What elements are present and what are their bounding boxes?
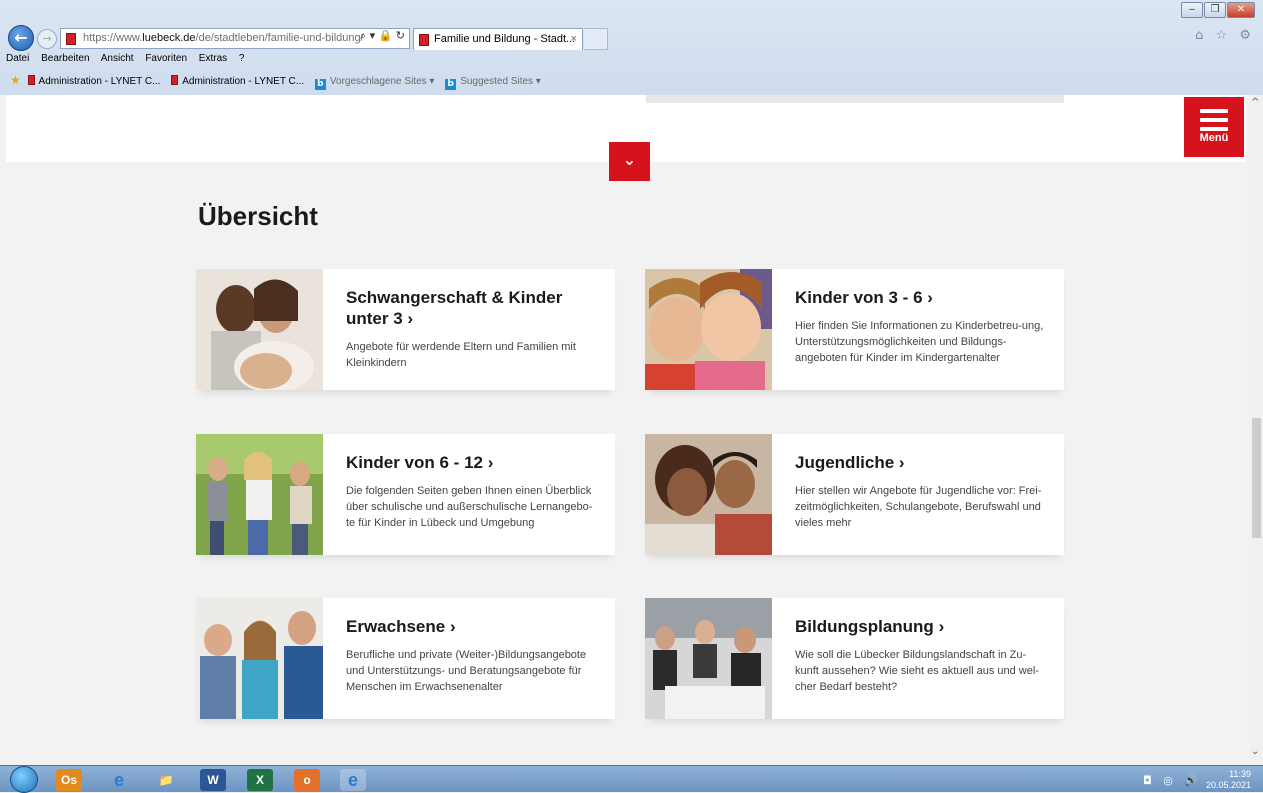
favorites-bar: ★ Administration - LYNET C... Administra… <box>0 69 1263 91</box>
url-domain: luebeck.de <box>142 32 196 44</box>
chevron-right-icon: › <box>938 617 945 636</box>
web-page: ⌄ Menü Übersicht Schwangerschaft & Kinde… <box>6 95 1246 765</box>
school-children-image <box>196 434 323 555</box>
internet-explorer-active-icon[interactable]: e <box>340 769 366 791</box>
back-button[interactable]: ← <box>8 25 34 51</box>
card-text: Bildungsplanung › Wie soll die Lübecker … <box>795 616 1045 695</box>
navigation-row: ← → https://www.luebeck.de/de/stadtleben… <box>0 25 1263 51</box>
header-divider <box>646 95 1064 103</box>
menu-favoriten[interactable]: Favoriten <box>145 53 187 64</box>
card-text: Erwachsene › Berufliche und private (Wei… <box>346 616 596 695</box>
card-description: Die folgenden Seiten geben Ihnen einen Ü… <box>346 485 593 529</box>
card-jugendliche[interactable]: Jugendliche › Hier stellen wir Angebote … <box>645 434 1064 555</box>
card-description: Berufliche und private (Weiter-)Bildungs… <box>346 649 587 693</box>
scroll-down-icon[interactable]: ⌄ <box>1251 746 1259 757</box>
favorite-item[interactable]: b Vorgeschlagene Sites ▾ <box>314 71 434 93</box>
url-path: /de/stadtleben/familie-und-bildung/ <box>195 32 364 44</box>
address-tools[interactable]: ⌕ ▾ 🔒 ↻ <box>360 29 405 43</box>
bing-icon: b <box>445 79 457 90</box>
minimize-button[interactable]: ‒ <box>1181 2 1203 18</box>
chevron-right-icon: › <box>449 617 456 636</box>
address-bar[interactable]: https://www.luebeck.de/de/stadtleben/fam… <box>60 28 410 49</box>
red-page-icon <box>27 75 35 85</box>
menu-datei[interactable]: Datei <box>6 53 29 64</box>
internet-explorer-icon[interactable]: e <box>106 769 132 791</box>
forward-button[interactable]: → <box>37 29 57 49</box>
window-controls: ‒ ❐ ✕ <box>1181 2 1255 18</box>
favorite-item[interactable]: Administration - LYNET C... <box>171 71 304 93</box>
favorite-item[interactable]: Administration - LYNET C... <box>27 71 160 93</box>
adults-group-image <box>196 598 323 719</box>
scrollbar-thumb[interactable] <box>1252 418 1261 538</box>
browser-toolbar-icons[interactable]: ⌂ ☆ ⚙ <box>1195 28 1255 43</box>
card-text: Jugendliche › Hier stellen wir Angebote … <box>795 452 1045 531</box>
file-explorer-icon[interactable]: 📁 <box>153 769 179 791</box>
windows-taskbar: Os e 📁 W X o e ◘ ◎ 🔊 11:39 20.05.2021 <box>0 765 1263 793</box>
url-prefix: https://www. <box>83 32 143 44</box>
teenagers-image <box>645 434 772 555</box>
outlook-icon[interactable]: Os <box>56 769 82 791</box>
title-bar: ‒ ❐ ✕ <box>0 0 1263 26</box>
card-schwangerschaft[interactable]: Schwangerschaft & Kinder unter 3 › Angeb… <box>196 269 615 390</box>
site-favicon-icon <box>66 33 76 45</box>
card-bildungsplanung[interactable]: Bildungsplanung › Wie soll die Lübecker … <box>645 598 1064 719</box>
card-title[interactable]: Kinder von 6 - 12 › <box>346 452 596 473</box>
tab-title: Familie und Bildung - Stadt... <box>434 33 576 45</box>
card-title[interactable]: Kinder von 3 - 6 › <box>795 287 1045 308</box>
card-description: Angebote für werdende Eltern und Familie… <box>346 341 576 369</box>
menu-bar: Datei Bearbeiten Ansicht Favoriten Extra… <box>0 51 1263 67</box>
card-kinder-3-6[interactable]: Kinder von 3 - 6 › Hier finden Sie Infor… <box>645 269 1064 390</box>
word-icon[interactable]: W <box>200 769 226 791</box>
menu-label: Menü <box>1199 132 1229 144</box>
menu-bearbeiten[interactable]: Bearbeiten <box>41 53 89 64</box>
clock-time[interactable]: 11:39 <box>1229 769 1251 780</box>
system-tray: ◘ ◎ 🔊 11:39 20.05.2021 <box>1135 768 1255 792</box>
close-window-button[interactable]: ✕ <box>1227 2 1255 18</box>
card-text: Kinder von 3 - 6 › Hier finden Sie Infor… <box>795 287 1045 366</box>
pregnant-couple-image <box>196 269 323 390</box>
tab-familie-und-bildung[interactable]: Familie und Bildung - Stadt... × <box>413 28 583 50</box>
tab-close-icon[interactable]: × <box>571 29 577 50</box>
tab-favicon-icon <box>419 34 429 46</box>
clock-date[interactable]: 20.05.2021 <box>1206 780 1251 791</box>
card-title[interactable]: Jugendliche › <box>795 452 1045 473</box>
outlook-mail-icon[interactable]: o <box>294 769 320 791</box>
young-children-image <box>645 269 772 390</box>
excel-icon[interactable]: X <box>247 769 273 791</box>
chevron-right-icon: › <box>898 453 905 472</box>
maximize-button[interactable]: ❐ <box>1204 2 1226 18</box>
page-title: Übersicht <box>198 201 318 231</box>
card-title[interactable]: Bildungsplanung › <box>795 616 1045 637</box>
red-page-icon <box>171 75 179 85</box>
tray-icons[interactable]: ◘ ◎ 🔊 <box>1143 774 1202 787</box>
card-text: Kinder von 6 - 12 › Die folgenden Seiten… <box>346 452 596 531</box>
new-tab-button[interactable] <box>584 28 608 50</box>
card-title[interactable]: Erwachsene › <box>346 616 596 637</box>
start-button[interactable] <box>10 766 38 793</box>
card-title[interactable]: Schwangerschaft & Kinder unter 3 › <box>346 287 596 329</box>
favorite-item[interactable]: b Suggested Sites ▾ <box>445 71 541 93</box>
scroll-up-icon[interactable]: ^ <box>1251 97 1259 108</box>
card-description: Hier finden Sie Informationen zu Kinderb… <box>795 320 1044 364</box>
favorites-star-icon[interactable]: ★ <box>10 73 21 87</box>
vertical-scrollbar[interactable]: ^ ⌄ <box>1249 95 1263 765</box>
menu-extras[interactable]: Extras <box>199 53 227 64</box>
expand-chevron-button[interactable]: ⌄ <box>609 142 650 181</box>
menu-ansicht[interactable]: Ansicht <box>101 53 134 64</box>
menu-help[interactable]: ? <box>239 53 245 64</box>
card-text: Schwangerschaft & Kinder unter 3 › Angeb… <box>346 287 596 371</box>
chevron-right-icon: › <box>487 453 494 472</box>
browser-chrome: ‒ ❐ ✕ ← → https://www.luebeck.de/de/stad… <box>0 0 1263 95</box>
bing-icon: b <box>314 79 326 90</box>
menu-button[interactable]: Menü <box>1184 97 1244 157</box>
card-kinder-6-12[interactable]: Kinder von 6 - 12 › Die folgenden Seiten… <box>196 434 615 555</box>
card-erwachsene[interactable]: Erwachsene › Berufliche und private (Wei… <box>196 598 615 719</box>
hamburger-icon <box>1200 109 1228 131</box>
chevron-right-icon: › <box>927 288 933 307</box>
card-description: Hier stellen wir Angebote für Jugendlich… <box>795 485 1042 529</box>
card-description: Wie soll die Lübecker Bildungslandschaft… <box>795 649 1039 693</box>
meeting-image <box>645 598 772 719</box>
chevron-right-icon: › <box>407 309 414 328</box>
